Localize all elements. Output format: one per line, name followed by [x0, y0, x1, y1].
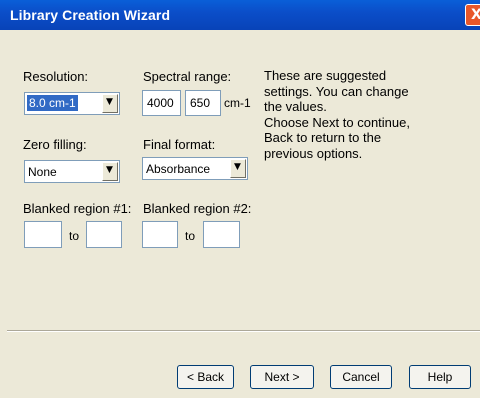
dropdown-arrow-icon[interactable]: ▼ [102, 162, 118, 181]
note-line: the values. [264, 99, 327, 114]
blanked-region-1-to-label: to [69, 229, 80, 243]
note-line: previous options. [264, 145, 363, 161]
window-title: Library Creation Wizard [10, 7, 171, 23]
next-button[interactable]: Next > [250, 365, 314, 389]
help-button[interactable]: Help [409, 365, 471, 389]
note-line: These are suggested [264, 68, 387, 83]
blanked-region-1-label: Blanked region #1: [23, 201, 132, 216]
zero-filling-label: Zero filling: [23, 137, 87, 152]
blanked-region-1-to-input[interactable] [86, 221, 122, 248]
cancel-button[interactable]: Cancel [330, 365, 392, 389]
dropdown-arrow-icon[interactable]: ▼ [230, 159, 246, 178]
close-icon: X [471, 7, 480, 23]
blanked-region-2-label: Blanked region #2: [143, 201, 252, 216]
resolution-value: 8.0 cm-1 [27, 95, 78, 111]
note-line: Choose Next to continue, [264, 114, 410, 130]
final-format-select[interactable]: Absorbance ▼ [142, 157, 248, 180]
note-line: settings. You can change [264, 83, 409, 99]
button-separator [7, 330, 480, 332]
final-format-value: Absorbance [146, 162, 211, 176]
resolution-select[interactable]: 8.0 cm-1 ▼ [24, 92, 120, 115]
wizard-body: Resolution: 8.0 cm-1 ▼ Spectral range: 4… [0, 30, 480, 398]
zero-filling-value: None [28, 165, 57, 179]
spectral-range-from-input[interactable]: 4000 [142, 90, 181, 116]
note-line: Back to return to the [264, 130, 382, 145]
resolution-label: Resolution: [23, 69, 89, 84]
title-bar: Library Creation Wizard X [0, 0, 480, 30]
back-button[interactable]: < Back [177, 365, 234, 389]
blanked-region-2-from-input[interactable] [142, 221, 178, 248]
final-format-label: Final format: [143, 137, 216, 152]
spectral-range-label: Spectral range: [143, 69, 232, 84]
blanked-region-2-to-input[interactable] [203, 221, 240, 248]
suggestion-note: These are suggested settings. You can ch… [264, 68, 469, 161]
blanked-region-1-from-input[interactable] [24, 221, 62, 248]
dropdown-arrow-icon[interactable]: ▼ [102, 94, 118, 113]
spectral-range-to-input[interactable]: 650 [185, 90, 221, 116]
blanked-region-2-to-label: to [185, 229, 196, 243]
close-button[interactable]: X [465, 4, 480, 26]
zero-filling-select[interactable]: None ▼ [24, 160, 120, 183]
spectral-range-unit: cm-1 [224, 96, 251, 110]
